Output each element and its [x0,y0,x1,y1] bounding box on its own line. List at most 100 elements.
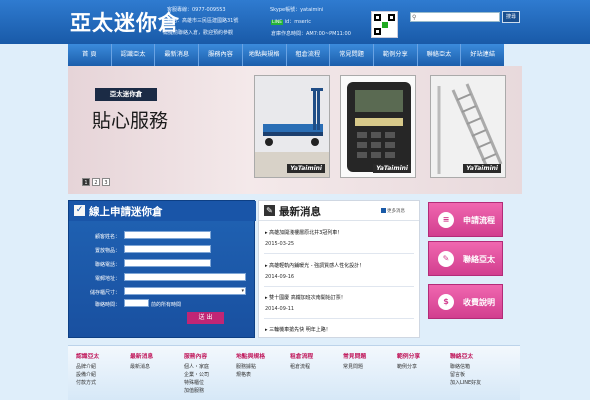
search-icon: ⚲ [412,14,417,21]
news-item-date: 2015-03-25 [265,241,295,247]
footer-link[interactable]: 聯絡信箱 [450,363,502,371]
email-input[interactable] [124,273,246,281]
address-text: 地點：高雄市三民區建國路31號 [167,18,239,24]
footer-link[interactable]: 企業・公司 [184,371,236,379]
nav-faq[interactable]: 常見問題 [329,44,373,66]
footer-link[interactable]: 最新消息 [130,363,182,371]
site-header: 亞太迷你倉 客服專線：0977-009553 地點：高雄市三民區建國路31號 需… [0,0,590,44]
news-item-title[interactable]: ▸ 雙十國慶 高鐵加班次南開始訂票！ [265,294,346,301]
pager-2[interactable]: 2 [92,178,100,186]
footer-link[interactable]: 租倉流程 [290,363,342,371]
banner-title: 貼心服務 [92,110,169,132]
footer-heading[interactable]: 最新消息 [130,351,182,360]
nav-examples[interactable]: 範例分享 [372,44,417,66]
divider [264,253,414,254]
footer-link[interactable]: 品牌介紹 [76,363,128,371]
contact-label: 聯絡亞太 [463,255,495,264]
photo-keypad: YaTaimini [340,75,416,178]
size-select[interactable]: ▾ [124,287,246,295]
banner-tag: 亞太迷你倉 [95,88,157,101]
news-item-date: 2014-09-16 [265,274,295,280]
footer-col-contact: 聯絡亞太 聯絡信箱 留言板 加入LINE好友 [450,351,502,387]
news-title: 最新消息 [279,206,321,218]
footer-col-process: 租倉流程 租倉流程 [290,351,342,371]
line-id: id：mseric [284,19,311,25]
nav-contact[interactable]: 聯絡亞太 [416,44,461,66]
news-item-date: 2014-09-11 [265,306,295,312]
nav-home[interactable]: 首 頁 [68,44,111,66]
footer-link[interactable]: 加值服務 [184,387,236,395]
nav-locations[interactable]: 地點與規格 [241,44,286,66]
field-label-email: 電郵地址： [94,276,120,282]
time-input[interactable] [124,299,149,307]
nav-services[interactable]: 服務內容 [198,44,242,66]
field-label-items: 置放物品： [94,248,120,254]
news-item-title[interactable]: ▸ 高雄加開淺樓層原北井3冠列車！ [265,229,342,236]
footer-col-news: 最新消息 最新消息 [130,351,182,371]
field-label-name: 顧客姓名： [94,234,120,240]
contact-button[interactable]: ✎ 聯絡亞太 [428,241,503,276]
field-label-time: 聯絡時間： [94,302,120,308]
qr-code-icon [371,11,398,38]
apply-form-title: 線上申請迷你倉 [89,206,163,218]
nav-about[interactable]: 認識亞太 [110,44,155,66]
time-suffix: 前的所有時間 [151,302,182,308]
coins-icon: $ [438,294,454,310]
apply-form-panel: ✓ 線上申請迷你倉 顧客姓名： 置放物品： 聯絡電話： 電郵地址： 儲存櫃尺寸：… [68,200,256,338]
phone-text: 客服專線：0977-009553 [167,7,226,13]
footer-link[interactable]: 範例分享 [397,363,449,371]
footer-heading[interactable]: 地點與規格 [236,351,288,360]
pencil-icon: ✎ [264,205,275,216]
list-icon: ≡ [438,212,454,228]
hero-banner[interactable]: 亞太迷你倉 貼心服務 YaTaimini YaTaimini YaTaimini… [68,66,522,194]
notice-text: 需提前聯絡入倉，歡迎預約參觀 [163,30,234,36]
footer-heading[interactable]: 服務內容 [184,351,236,360]
footer-heading[interactable]: 範例分享 [397,351,449,360]
more-news-link[interactable]: 更多消息 [381,208,405,214]
footer-link[interactable]: 留言板 [450,371,502,379]
main-nav: 首 頁 認識亞太 最新消息 服務內容 地點與規格 租倉流程 常見問題 範例分享 … [68,44,504,66]
nav-news[interactable]: 最新消息 [154,44,198,66]
divider [264,318,414,319]
photo-brand: YaTaimini [463,164,501,173]
field-label-phone: 聯絡電話： [94,262,120,268]
footer-link[interactable]: 加入LINE好友 [450,379,502,387]
footer-heading[interactable]: 常見問題 [343,351,395,360]
chevron-down-icon: ▾ [241,288,244,294]
pager-3[interactable]: 3 [102,178,110,186]
checklist-icon: ✓ [74,205,85,216]
news-item-title[interactable]: ▸ 高雄輕軌內鋪暖光 - 強調質感人性化設計！ [265,262,364,269]
search-button[interactable]: 搜尋 [502,11,520,23]
footer-heading[interactable]: 聯絡亞太 [450,351,502,360]
edit-icon: ✎ [438,251,454,267]
nav-links[interactable]: 好站連結 [460,44,504,66]
apply-process-button[interactable]: ≡ 申請流程 [428,202,503,237]
name-input[interactable] [124,231,211,239]
banner-pager: 1 2 3 [82,178,110,186]
photo-cart: YaTaimini [254,75,330,178]
pricing-button[interactable]: $ 收費說明 [428,284,503,319]
footer-heading[interactable]: 租倉流程 [290,351,342,360]
footer-col-locations: 地點與規格 服務據點 規格表 [236,351,288,379]
footer-link[interactable]: 服務據點 [236,363,288,371]
photo-brand: YaTaimini [287,164,325,173]
photo-brand: YaTaimini [373,164,411,173]
pager-1[interactable]: 1 [82,178,90,186]
send-button[interactable]: 送 出 [187,312,224,324]
items-input[interactable] [124,245,211,253]
footer-col-faq: 常見問題 常見問題 [343,351,395,371]
news-header: ✎ 最新消息 更多消息 [259,201,419,221]
news-item-title[interactable]: ▸ 三輪機車搶先快 明年上路！ [265,326,331,333]
footer-link[interactable]: 設備介紹 [76,371,128,379]
search-input[interactable]: ⚲ [410,12,500,22]
footer-link[interactable]: 常見問題 [343,363,395,371]
phone-input[interactable] [124,259,211,267]
footer-col-about: 認識亞太 品牌介紹 設備介紹 付款方式 [76,351,128,387]
footer-link[interactable]: 特殊櫃位 [184,379,236,387]
footer-link[interactable]: 規格表 [236,371,288,379]
footer-link[interactable]: 個人・家庭 [184,363,236,371]
footer-heading[interactable]: 認識亞太 [76,351,128,360]
nav-process[interactable]: 租倉流程 [285,44,330,66]
footer-link[interactable]: 付款方式 [76,379,128,387]
divider [264,286,414,287]
